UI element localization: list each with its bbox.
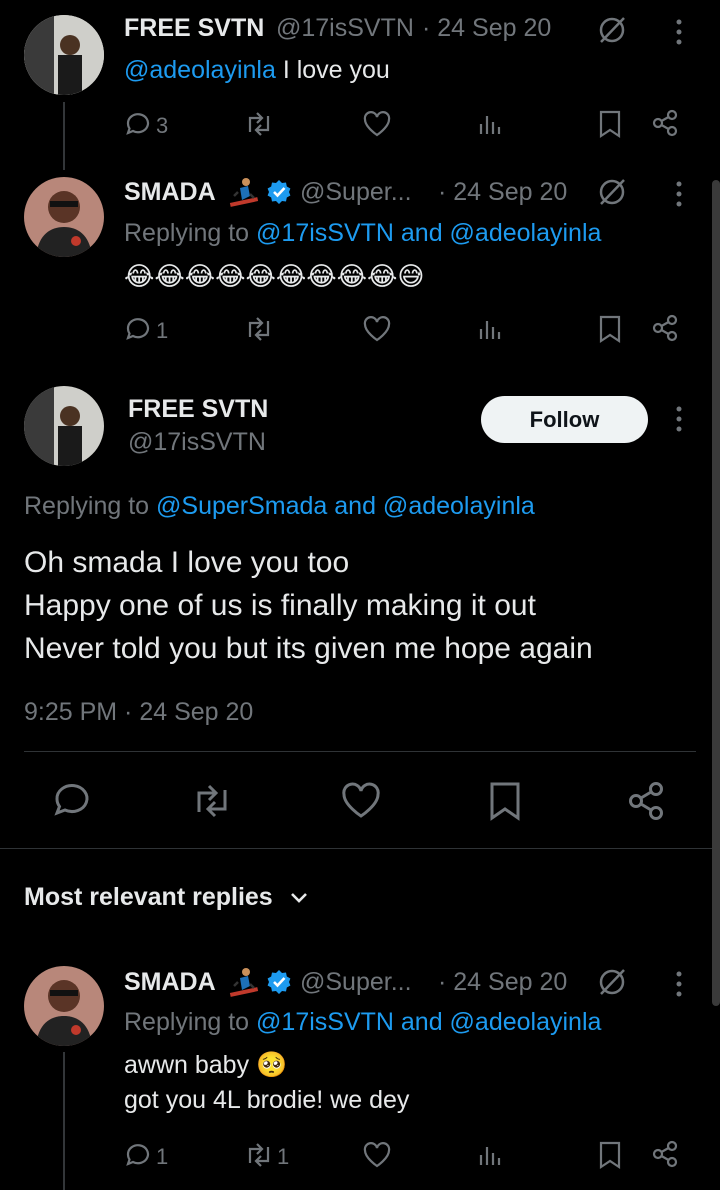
avatar[interactable] bbox=[24, 177, 104, 257]
tweet-text: @adeolayinla I love you bbox=[124, 56, 390, 85]
reply-count: 1 bbox=[156, 318, 169, 343]
replying-to-handles[interactable]: @SuperSmada and @adeolayinla bbox=[156, 492, 535, 520]
author-name[interactable]: FREE SVTN bbox=[128, 395, 268, 424]
views-icon[interactable] bbox=[478, 110, 504, 138]
bookmark-icon[interactable] bbox=[488, 781, 522, 821]
emoji-text: 😂😂😂😂😂😂😂😂😂😅 bbox=[124, 262, 425, 292]
reply-icon[interactable] bbox=[124, 110, 152, 138]
mention-link[interactable]: @adeolayinla bbox=[124, 56, 276, 84]
replying-to-label: Replying to bbox=[24, 492, 157, 520]
divider bbox=[24, 751, 696, 752]
share-icon[interactable] bbox=[627, 781, 667, 821]
retweet-icon[interactable] bbox=[243, 110, 275, 138]
author-name[interactable]: SMADA bbox=[124, 178, 216, 207]
views-icon[interactable] bbox=[478, 1141, 504, 1169]
replying-to-handles[interactable]: @17isSVTN and @adeolayinla bbox=[256, 219, 601, 247]
replying-to-handles[interactable]: @17isSVTN and @adeolayinla bbox=[256, 1008, 601, 1036]
more-options-icon[interactable] bbox=[674, 18, 684, 46]
retweet-icon[interactable] bbox=[243, 315, 275, 343]
avatar[interactable] bbox=[24, 15, 104, 95]
tweet-date[interactable]: · 24 Sep 20 bbox=[422, 14, 551, 43]
thread-line bbox=[63, 1052, 65, 1190]
replying-to: Replying to @SuperSmada and @adeolayinla bbox=[24, 492, 535, 521]
tweet-line: Happy one of us is finally making it out bbox=[24, 589, 536, 622]
like-icon[interactable] bbox=[340, 782, 382, 820]
tweet-line: Never told you but its given me hope aga… bbox=[24, 632, 593, 665]
replying-to-label: Replying to bbox=[124, 219, 257, 247]
grok-icon[interactable] bbox=[596, 176, 628, 208]
replies-sort-label: Most relevant replies bbox=[24, 883, 273, 911]
like-icon[interactable] bbox=[362, 110, 392, 138]
bookmark-icon[interactable] bbox=[598, 109, 622, 139]
share-icon[interactable] bbox=[652, 314, 680, 342]
reply-icon[interactable] bbox=[124, 1141, 152, 1169]
author-handle[interactable]: @Super... bbox=[300, 968, 412, 997]
scrollbar[interactable] bbox=[712, 180, 720, 1006]
tweet-line: Oh smada I love you too bbox=[24, 546, 350, 579]
reply-icon[interactable] bbox=[52, 782, 92, 820]
grok-icon[interactable] bbox=[596, 966, 628, 998]
more-options-icon[interactable] bbox=[674, 405, 684, 433]
tweet-line: got you 4L brodie! we dey bbox=[124, 1086, 410, 1114]
skier-emoji bbox=[228, 966, 260, 998]
tweet-text: Oh smada I love you too Happy one of us … bbox=[24, 541, 593, 670]
verified-badge-icon[interactable] bbox=[266, 179, 292, 205]
grok-icon[interactable] bbox=[596, 14, 628, 46]
replying-to: Replying to @17isSVTN and @adeolayinla bbox=[124, 1008, 601, 1037]
views-icon[interactable] bbox=[478, 315, 504, 343]
divider bbox=[0, 848, 720, 849]
skier-emoji bbox=[228, 176, 260, 208]
more-options-icon[interactable] bbox=[674, 970, 684, 998]
bookmark-icon[interactable] bbox=[598, 314, 622, 344]
tweet-date[interactable]: · 24 Sep 20 bbox=[438, 968, 567, 997]
reply-count: 3 bbox=[156, 113, 169, 138]
replying-to-label: Replying to bbox=[124, 1008, 257, 1036]
share-icon[interactable] bbox=[652, 109, 680, 137]
author-handle[interactable]: @17isSVTN bbox=[276, 14, 414, 43]
author-name[interactable]: FREE SVTN bbox=[124, 14, 264, 43]
reply-count: 1 bbox=[156, 1144, 169, 1169]
tweet-line: awwn baby 🥺 bbox=[124, 1051, 288, 1079]
tweet-timestamp[interactable]: 9:25 PM · 24 Sep 20 bbox=[24, 698, 253, 727]
reply-icon[interactable] bbox=[124, 315, 152, 343]
tweet-text: awwn baby 🥺 got you 4L brodie! we dey bbox=[124, 1048, 409, 1118]
more-options-icon[interactable] bbox=[674, 180, 684, 208]
replies-sort-dropdown[interactable]: Most relevant replies bbox=[24, 883, 309, 912]
avatar[interactable] bbox=[24, 386, 104, 466]
tweet-date[interactable]: · 24 Sep 20 bbox=[438, 178, 567, 207]
author-handle[interactable]: @Super... bbox=[300, 178, 412, 207]
tweet-text: 😂😂😂😂😂😂😂😂😂😅 bbox=[124, 259, 425, 294]
author-name[interactable]: SMADA bbox=[124, 968, 216, 997]
like-icon[interactable] bbox=[362, 315, 392, 343]
bookmark-icon[interactable] bbox=[598, 1140, 622, 1170]
tweet-body: I love you bbox=[275, 56, 390, 84]
retweet-count: 1 bbox=[277, 1144, 290, 1169]
replying-to: Replying to @17isSVTN and @adeolayinla bbox=[124, 219, 601, 248]
verified-badge-icon[interactable] bbox=[266, 969, 292, 995]
author-handle[interactable]: @17isSVTN bbox=[128, 428, 266, 457]
avatar[interactable] bbox=[24, 966, 104, 1046]
retweet-icon[interactable] bbox=[243, 1141, 275, 1169]
chevron-down-icon bbox=[289, 891, 309, 905]
share-icon[interactable] bbox=[652, 1140, 680, 1168]
follow-button[interactable]: Follow bbox=[481, 396, 648, 443]
like-icon[interactable] bbox=[362, 1141, 392, 1169]
thread-line bbox=[63, 102, 65, 170]
retweet-icon[interactable] bbox=[190, 782, 234, 820]
